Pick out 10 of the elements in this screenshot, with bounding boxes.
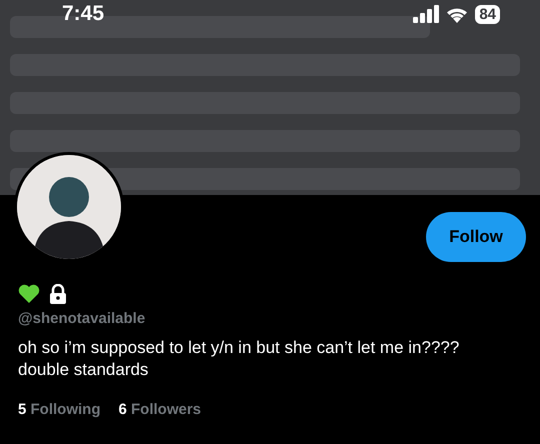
stat-link[interactable]: 5 Following — [18, 401, 100, 418]
heart-icon — [18, 284, 40, 304]
status-time: 7:45 — [62, 2, 104, 26]
signal-icon — [413, 5, 440, 23]
stat-link[interactable]: 6 Followers — [118, 401, 202, 418]
bio-text: oh so i’m supposed to let y/n in but she can’t let me in???? double standards — [18, 337, 460, 381]
follow-button[interactable]: Follow — [426, 212, 526, 262]
battery-level: 84 — [475, 4, 500, 24]
lock-icon — [48, 284, 68, 304]
user-handle: @shenotavailable — [18, 310, 146, 327]
